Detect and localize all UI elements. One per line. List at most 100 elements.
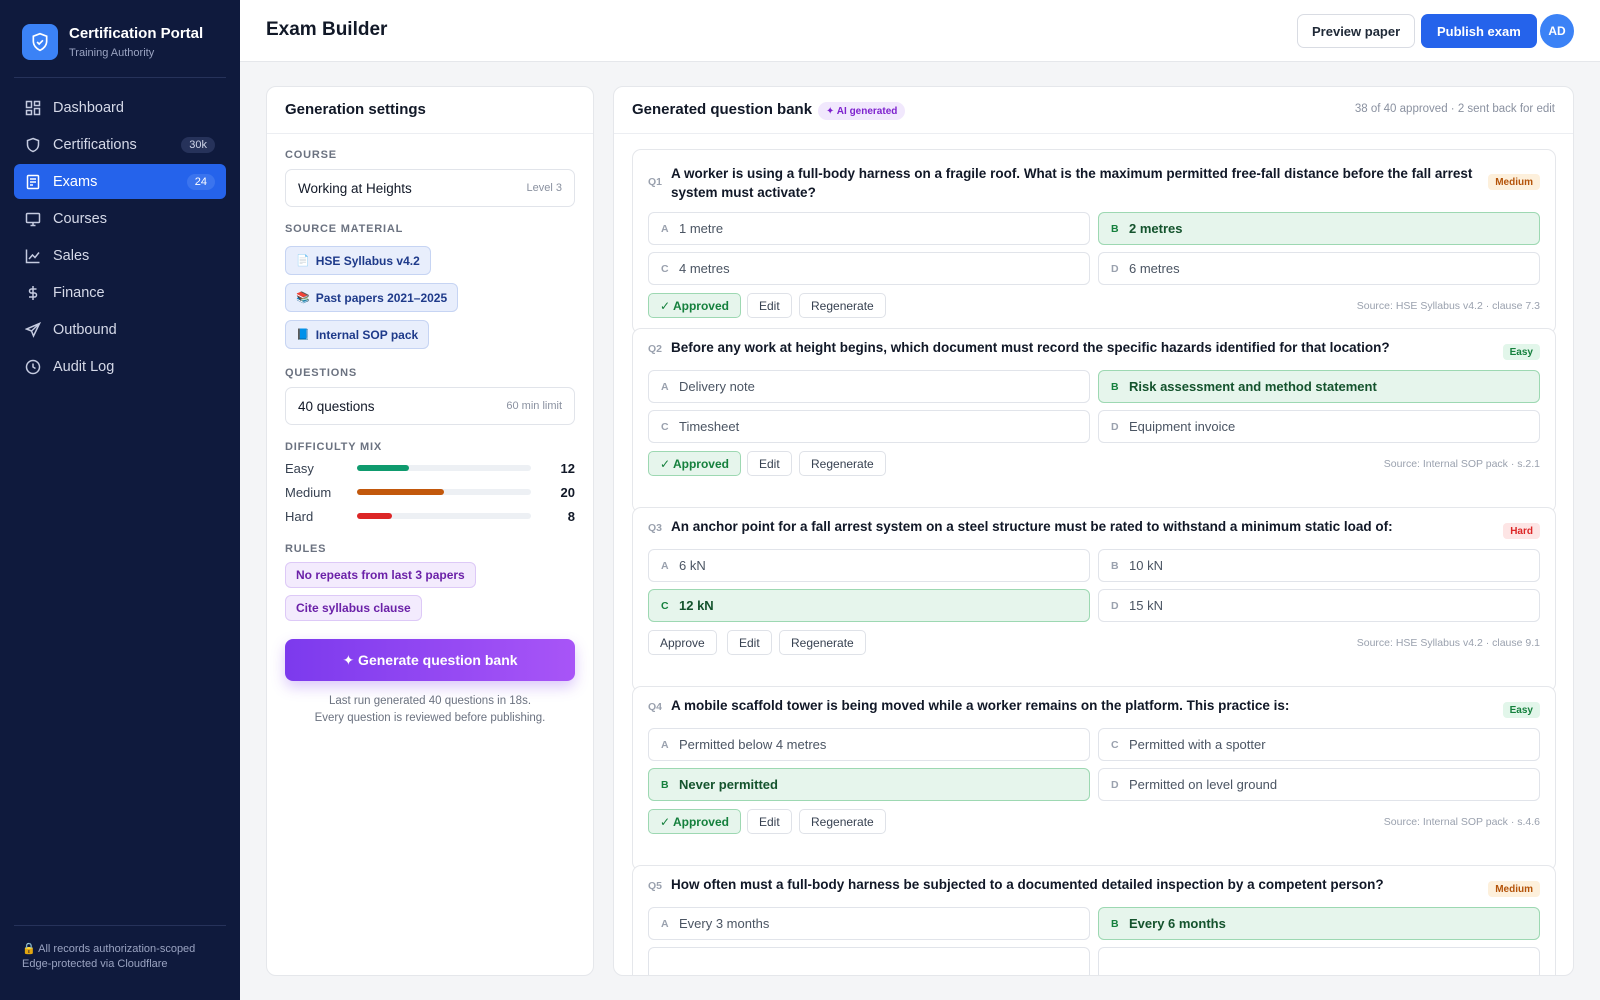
regenerate-button[interactable]: Regenerate xyxy=(799,809,886,834)
option-text: 2 metres xyxy=(1129,221,1183,236)
sidebar-item-sales[interactable]: Sales xyxy=(14,238,226,273)
questions-count-value: 40 questions xyxy=(298,398,375,414)
option-text: 12 kN xyxy=(679,598,714,613)
monitor-icon xyxy=(25,211,41,227)
option-letter: A xyxy=(661,917,669,930)
sidebar-item-courses[interactable]: Courses xyxy=(14,201,226,236)
question-text: An anchor point for a fall arrest system… xyxy=(671,519,1393,534)
option-text: 6 kN xyxy=(679,558,706,573)
rule-chip[interactable]: No repeats from last 3 papers xyxy=(285,562,476,588)
answer-option[interactable]: A 1 metre xyxy=(648,212,1090,245)
source-chip[interactable]: 📚 Past papers 2021–2025 xyxy=(285,283,459,312)
approved-button[interactable]: ✓ Approved xyxy=(648,451,741,476)
answer-option[interactable]: D 6 metres xyxy=(1098,252,1540,285)
publish-exam-button[interactable]: Publish exam xyxy=(1421,14,1537,48)
option-letter: D xyxy=(1111,420,1119,433)
difficulty-name: Easy xyxy=(285,460,314,476)
ai-generated-badge: ✦ AI generated xyxy=(818,102,906,120)
answer-option[interactable]: C Permitted with a spotter xyxy=(1098,728,1540,761)
approved-button[interactable]: ✓ Approved xyxy=(648,809,741,834)
question-card: Q1 A worker is using a full-body harness… xyxy=(632,149,1556,334)
answer-option[interactable]: C 4 metres xyxy=(648,252,1090,285)
sidebar-item-finance[interactable]: Finance xyxy=(14,275,226,310)
difficulty-row-easy: Easy 12 xyxy=(285,459,575,477)
answer-option-correct[interactable]: B Risk assessment and method statement xyxy=(1098,370,1540,403)
shield-icon xyxy=(25,137,41,153)
send-icon xyxy=(25,321,41,338)
answer-option[interactable]: A Every 3 months xyxy=(648,907,1090,940)
sidebar-item-exams[interactable]: Exams 24 xyxy=(14,164,226,199)
question-number: Q5 xyxy=(648,880,663,892)
answer-option[interactable]: A Permitted below 4 metres xyxy=(648,728,1090,761)
source-chip-label: Past papers 2021–2025 xyxy=(315,290,448,305)
avatar[interactable]: AD xyxy=(1540,14,1574,48)
sidebar-footer-divider xyxy=(14,925,226,926)
difficulty-value: 20 xyxy=(560,484,575,500)
questions-count-field[interactable]: 40 questions 60 min limit xyxy=(285,387,575,425)
answer-option[interactable]: D Permitted on level ground xyxy=(1098,768,1540,801)
exam-icon xyxy=(25,174,41,190)
sidebar-item-dashboard[interactable]: Dashboard xyxy=(14,90,226,125)
sidebar-item-audit-log[interactable]: Audit Log xyxy=(14,349,226,384)
preview-paper-button[interactable]: Preview paper xyxy=(1297,14,1416,48)
edit-button[interactable]: Edit xyxy=(747,293,792,318)
count-badge: 30k xyxy=(181,136,215,153)
course-select[interactable]: Working at Heights Level 3 xyxy=(285,169,575,207)
question-text: How often must a full-body harness be su… xyxy=(671,877,1384,892)
brand: Certification Portal Training Authority xyxy=(22,24,203,60)
dashboard-icon xyxy=(25,100,41,116)
sidebar-item-certifications[interactable]: Certifications 30k xyxy=(14,127,226,162)
books-icon: 📚 xyxy=(296,292,310,304)
answer-option[interactable]: A Delivery note xyxy=(648,370,1090,403)
option-letter: A xyxy=(661,380,669,393)
option-letter: C xyxy=(1111,738,1119,751)
source-chip[interactable]: 📘 Internal SOP pack xyxy=(285,320,430,349)
approve-button[interactable]: Approve xyxy=(648,630,717,655)
questions-label: QUESTIONS xyxy=(285,367,357,379)
answer-option[interactable] xyxy=(1098,947,1540,975)
answer-option[interactable]: A 6 kN xyxy=(648,549,1090,582)
panel-divider xyxy=(614,133,1573,134)
chart-icon xyxy=(25,248,41,264)
option-text: Permitted with a spotter xyxy=(1129,737,1266,752)
answer-option-correct[interactable]: B 2 metres xyxy=(1098,212,1540,245)
question-source: Source: Internal SOP pack · s.4.6 xyxy=(1383,816,1540,828)
answer-option[interactable]: B 10 kN xyxy=(1098,549,1540,582)
rules-label: RULES xyxy=(285,543,327,555)
footer-line-2: Edge-protected via Cloudflare xyxy=(22,958,168,970)
regenerate-button[interactable]: Regenerate xyxy=(779,630,866,655)
option-letter: A xyxy=(661,222,669,235)
answer-option[interactable]: D Equipment invoice xyxy=(1098,410,1540,443)
answer-option[interactable]: C Timesheet xyxy=(648,410,1090,443)
edit-button[interactable]: Edit xyxy=(727,630,772,655)
rule-chip[interactable]: Cite syllabus clause xyxy=(285,595,422,621)
answer-option[interactable] xyxy=(648,947,1090,975)
difficulty-name: Medium xyxy=(285,484,332,500)
regenerate-button[interactable]: Regenerate xyxy=(799,451,886,476)
edit-button[interactable]: Edit xyxy=(747,809,792,834)
sidebar-item-outbound[interactable]: Outbound xyxy=(14,312,226,347)
regenerate-button[interactable]: Regenerate xyxy=(799,293,886,318)
option-text: Never permitted xyxy=(679,777,778,792)
answer-option-correct[interactable]: B Never permitted xyxy=(648,768,1090,801)
approval-status: 38 of 40 approved · 2 sent back for edit xyxy=(1354,103,1555,115)
dollar-icon xyxy=(25,285,41,301)
answer-option-correct[interactable]: C 12 kN xyxy=(648,589,1090,622)
sidebar-footer: 🔒 All records authorization-scoped Edge-… xyxy=(22,942,195,972)
option-text: 4 metres xyxy=(679,261,730,276)
difficulty-row-hard: Hard 8 xyxy=(285,507,575,525)
question-bank-panel: Generated question bank ✦ AI generated 3… xyxy=(613,86,1574,976)
answer-option[interactable]: D 15 kN xyxy=(1098,589,1540,622)
panel-title: Generation settings xyxy=(285,101,426,118)
difficulty-bar xyxy=(357,489,444,495)
sidebar-item-label: Dashboard xyxy=(53,99,124,116)
edit-button[interactable]: Edit xyxy=(747,451,792,476)
answer-option-correct[interactable]: B Every 6 months xyxy=(1098,907,1540,940)
generate-question-bank-button[interactable]: ✦ Generate question bank xyxy=(285,639,575,681)
document-icon: 📄 xyxy=(296,255,310,267)
source-chip[interactable]: 📄 HSE Syllabus v4.2 xyxy=(285,246,431,275)
option-text: Every 6 months xyxy=(1129,916,1226,931)
difficulty-bar xyxy=(357,513,392,519)
option-text: 6 metres xyxy=(1129,261,1180,276)
approved-button[interactable]: ✓ Approved xyxy=(648,293,741,318)
